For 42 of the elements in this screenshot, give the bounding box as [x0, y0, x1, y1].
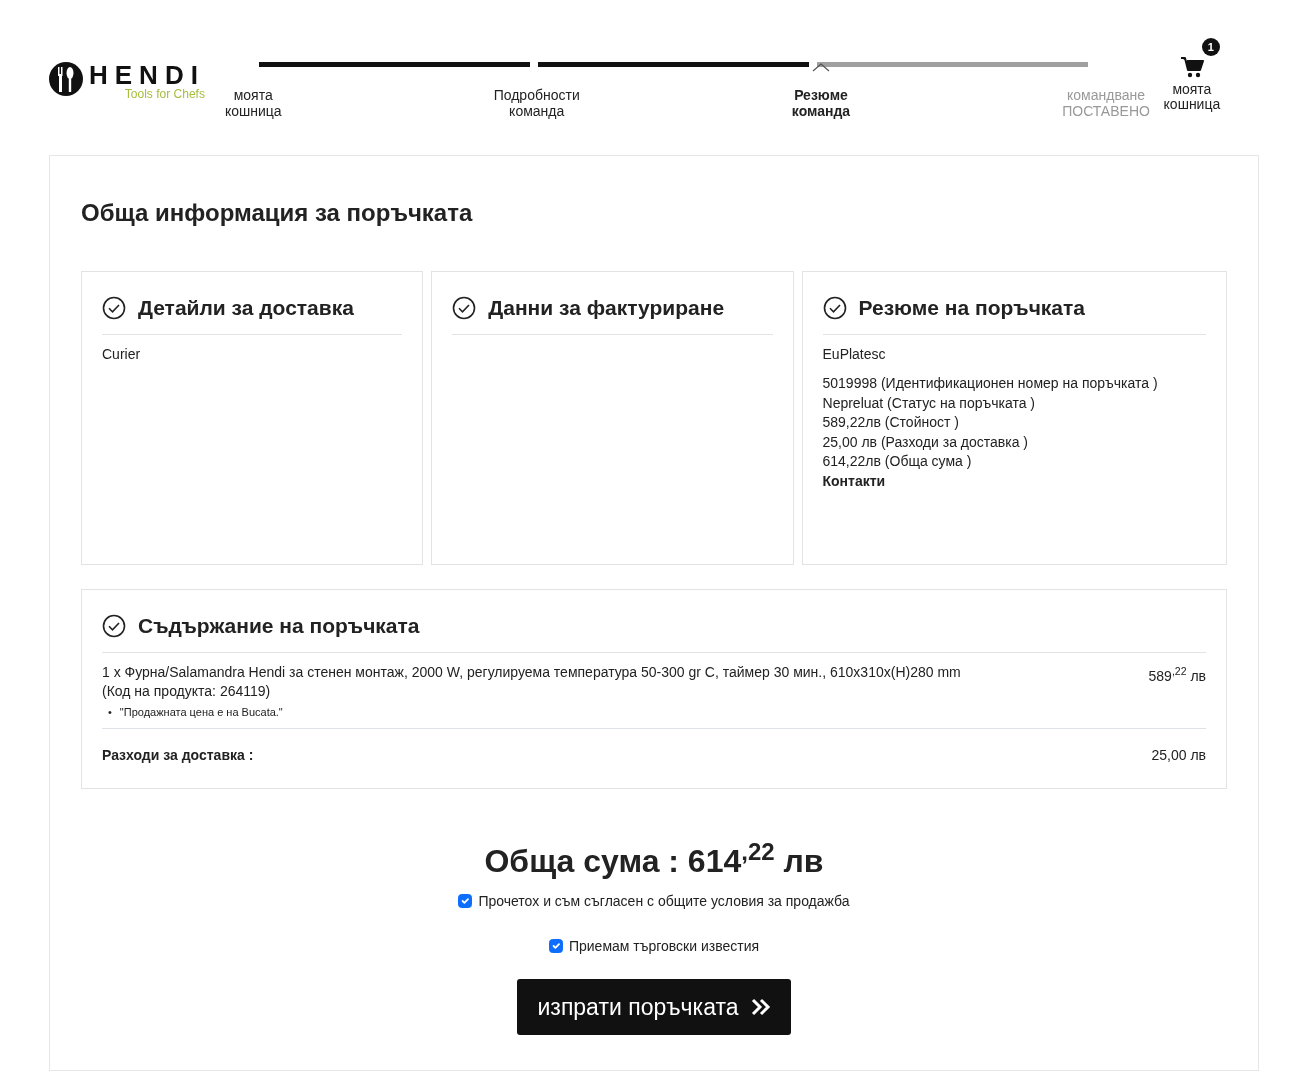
step-label: командване ПОСТАВЕНО [1062, 87, 1150, 119]
detail-text: 614,22лв (Обща сума ) [822, 452, 973, 471]
order-total: Обща сума : 614$^{,22}$ лв [483, 836, 825, 881]
fork-knife-logo-icon [49, 62, 83, 96]
cart-count-badge: 1 [1201, 38, 1220, 56]
double-chevron-icon [750, 996, 771, 1017]
checkbox[interactable] [548, 939, 563, 953]
product-price: 589$^{,22}$ лв [1148, 666, 1206, 686]
shipping-price: 25,00 лв [1151, 745, 1206, 765]
cart-icon[interactable] [1179, 56, 1204, 78]
product-code: (Код на продукта: 264119) [102, 682, 272, 701]
step-label: Резюме команда [791, 87, 851, 119]
checkbox[interactable] [458, 894, 473, 908]
caret-icon [811, 63, 830, 72]
submit-order-button[interactable]: изпрати поръчката [517, 978, 791, 1035]
step-label: моята кошница [224, 87, 282, 119]
card-heading: Резюме на поръчката [858, 295, 1085, 321]
check-circle-icon [822, 295, 847, 320]
detail-text: Nepreluat (Статус на поръчката ) [822, 393, 1037, 413]
product-name: 1 x Фурна/Salamandra Hendi за стенен монтаж, 2000 W, регулируема температура 50-300 gr C, таймер 30 мин., 610x310x(H)280 mm [102, 662, 961, 682]
checkbox-label[interactable]: Прочетох и съм съгласен с общите условия за продажба [478, 890, 850, 912]
check-circle-icon [102, 295, 126, 320]
detail-text[interactable]: Контакти [822, 471, 1206, 491]
page-title: Обща информация за поръчката [81, 198, 474, 228]
detail-text: 25,00 лв (Разходи за доставка ) [822, 432, 1030, 452]
card-heading: Детайли за доставка [138, 295, 354, 321]
bullet-mark: • [108, 704, 112, 720]
detail-text: 5019998 (Идентификационен номер на поръчката ) [822, 374, 1159, 393]
checkbox-label[interactable]: Приемам търговски известия [568, 935, 760, 957]
brand-logo-text: HENDI [89, 62, 205, 88]
check-circle-icon [102, 613, 126, 638]
check-circle-icon [452, 295, 477, 320]
shipping-label: Разходи за доставка : [102, 745, 254, 765]
cart-label[interactable]: моята кошница [1161, 82, 1222, 112]
step-label: Подробности команда [493, 87, 580, 119]
method-text: EuPlatesc [822, 344, 887, 364]
card-heading: Данни за фактуриране [488, 295, 725, 321]
card-heading: Съдържание на поръчката [138, 613, 420, 639]
detail-text: 589,22лв (Стойност ) [822, 413, 960, 432]
method-text: Curier [102, 344, 142, 364]
product-note: "Продажната цена е на Bucata." [119, 704, 283, 720]
logo-tagline: Tools for Chefs [123, 88, 205, 100]
